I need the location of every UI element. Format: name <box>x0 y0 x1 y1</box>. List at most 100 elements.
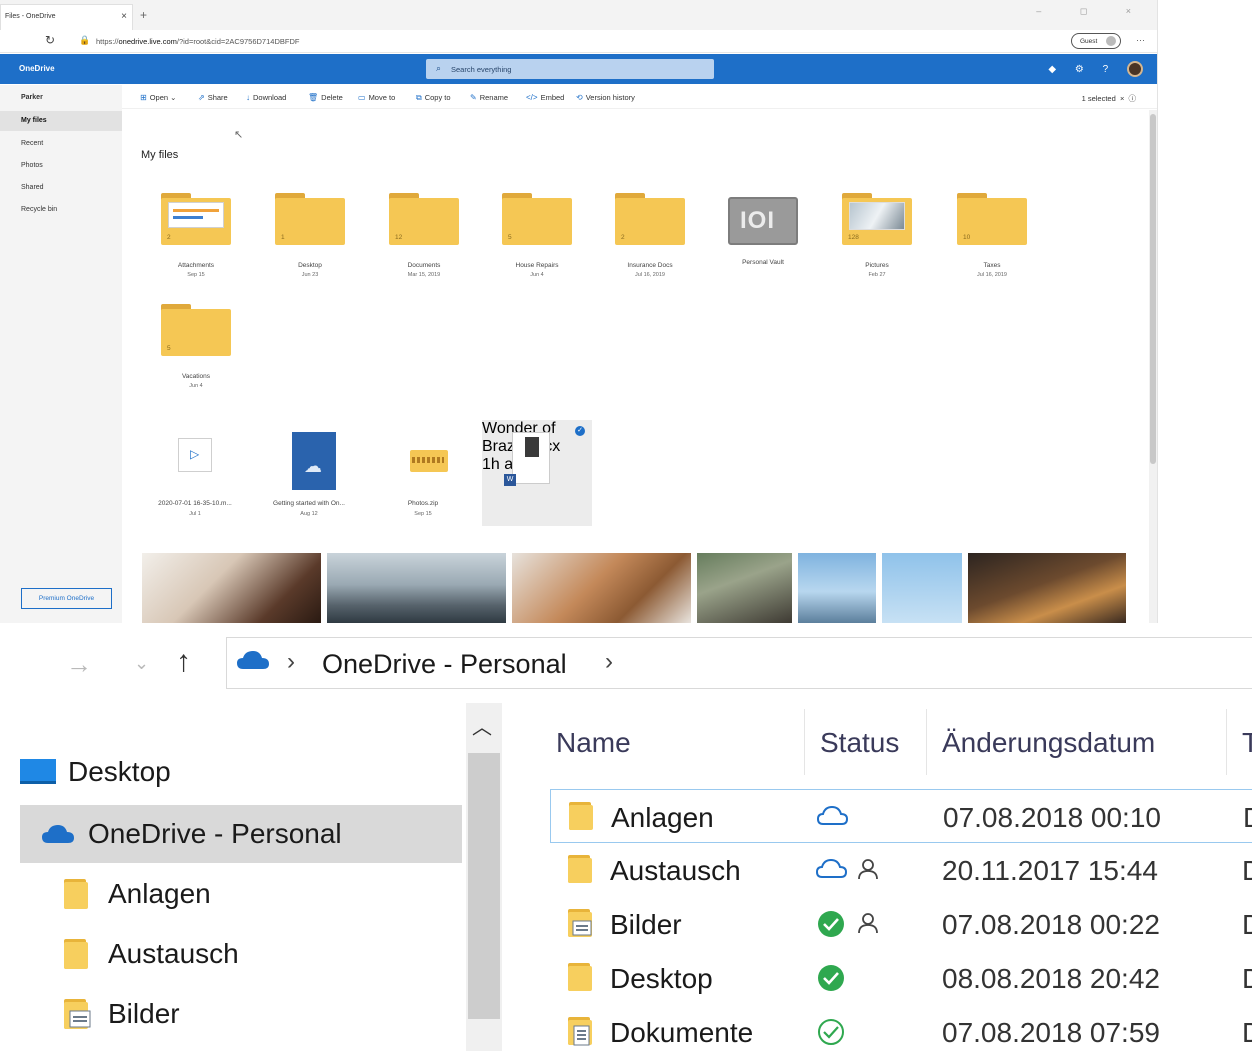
folder-name: Pictures <box>865 262 889 269</box>
copy-icon: ⧉ <box>416 93 422 102</box>
navigation-pane-scrollbar[interactable]: ︿ <box>466 703 502 1051</box>
browser-tab[interactable]: Files - OneDrive × <box>0 4 133 30</box>
column-divider[interactable] <box>1226 709 1227 775</box>
table-row[interactable]: Desktop 08.08.2018 20:42 D <box>550 951 1252 1005</box>
folder-icon <box>569 802 593 830</box>
share-label: Share <box>207 93 228 102</box>
open-button[interactable]: ⊞ Open ⌄ <box>140 93 176 102</box>
scroll-up-chevron-icon[interactable]: ︿ <box>472 711 492 740</box>
move-to-label: Move to <box>368 93 396 102</box>
file-list: Name Status Änderungsdatum T Anlagen 07.… <box>510 703 1252 1051</box>
folder-tile-insurance-docs[interactable]: 2 Insurance Docs Jul 16, 2019 <box>600 190 700 290</box>
photo-thumbnail[interactable] <box>798 553 876 623</box>
nav-user-name[interactable]: Parker <box>21 94 43 101</box>
photo-thumbnail[interactable] <box>327 553 506 623</box>
nav-item-recent[interactable]: Recent <box>21 140 43 147</box>
row-date: 08.08.2018 20:42 <box>942 963 1160 994</box>
info-icon[interactable]: ⓘ <box>1129 94 1137 103</box>
embed-button[interactable]: </> Embed <box>526 93 564 102</box>
copy-to-button[interactable]: ⧉ Copy to <box>416 93 451 103</box>
column-divider[interactable] <box>926 709 927 775</box>
breadcrumb-onedrive-personal[interactable]: OneDrive - Personal <box>322 649 567 680</box>
word-icon: W <box>504 474 516 486</box>
scrollbar-thumb[interactable] <box>468 753 500 1019</box>
table-row[interactable]: Austausch 20.11.2017 15:44 D <box>550 843 1252 897</box>
folder-item-count: 2 <box>167 234 171 241</box>
guest-profile-button[interactable]: Guest <box>1071 33 1121 49</box>
personal-vault-tile[interactable]: IOI <box>728 197 798 247</box>
nav-item-photos[interactable]: Photos <box>21 162 43 169</box>
file-tile-wonder-of-brazil[interactable]: W ✓ Wonder of Brazil.docx 1h ago <box>482 420 592 526</box>
tree-item-label: OneDrive - Personal <box>88 818 342 849</box>
tree-item-label: Austausch <box>108 938 239 969</box>
folder-tile-pictures[interactable]: 128 Pictures Feb 27 <box>827 190 927 290</box>
version-history-label: Version history <box>585 93 635 102</box>
folder-name: Desktop <box>298 262 322 269</box>
url-field[interactable]: https://onedrive.live.com/?id=root&cid=2… <box>96 37 299 46</box>
search-icon: ⌕ <box>436 63 442 73</box>
onedrive-brand[interactable]: OneDrive <box>19 64 55 73</box>
folder-tile-taxes[interactable]: 10 Taxes Jul 16, 2019 <box>942 190 1042 290</box>
breadcrumb-separator-icon[interactable]: › <box>605 648 613 676</box>
photo-thumbnail[interactable] <box>697 553 792 623</box>
premium-onedrive-button[interactable]: Premium OneDrive <box>21 588 112 609</box>
row-type: D <box>1243 802 1252 834</box>
new-tab-button[interactable]: + <box>140 8 147 22</box>
rename-button[interactable]: ✎ Rename <box>470 93 508 102</box>
settings-gear-icon[interactable]: ⚙ <box>1075 64 1084 75</box>
column-header-status[interactable]: Status <box>820 727 899 759</box>
table-row[interactable]: Anlagen 07.08.2018 00:10 D <box>550 789 1252 843</box>
clear-selection-icon[interactable]: × <box>1120 94 1124 103</box>
move-to-button[interactable]: ▭ Move to <box>358 93 395 102</box>
search-box[interactable]: ⌕ Search everything <box>426 59 714 79</box>
selection-count[interactable]: 1 selected × ⓘ <box>1082 93 1136 104</box>
version-history-button[interactable]: ⟲ Version history <box>576 93 635 102</box>
photo-thumbnail[interactable] <box>968 553 1126 623</box>
file-tile-video[interactable]: ▷ 2020-07-01 16-35-10.m... Jul 1 <box>140 420 250 530</box>
table-row[interactable]: Bilder 07.08.2018 00:22 D <box>550 897 1252 951</box>
folder-item-count: 5 <box>167 345 171 352</box>
column-divider[interactable] <box>804 709 805 775</box>
premium-diamond-icon[interactable]: ◆ <box>1048 64 1056 75</box>
content-scrollbar[interactable] <box>1149 110 1157 623</box>
folder-tile-attachments[interactable]: 2 Attachments Sep 15 <box>146 190 246 290</box>
folder-tile-vacations[interactable]: 5 Vacations Jun 4 <box>146 301 246 401</box>
folder-tile-documents[interactable]: 12 Documents Mar 15, 2019 <box>374 190 474 290</box>
up-arrow-icon[interactable]: ↑ <box>176 645 191 679</box>
column-header-type[interactable]: T <box>1242 727 1252 759</box>
tab-close-icon[interactable]: × <box>121 11 127 22</box>
nav-item-my-files[interactable]: My files <box>21 117 47 124</box>
browser-menu-icon[interactable]: ··· <box>1136 35 1145 45</box>
selected-check-icon[interactable]: ✓ <box>575 426 585 436</box>
file-tile-photos-zip[interactable]: Photos.zip Sep 15 <box>368 420 478 530</box>
forward-arrow-icon[interactable]: → <box>66 649 92 680</box>
scrollbar-thumb[interactable] <box>1150 114 1156 464</box>
file-tile-getting-started[interactable]: ☁ Getting started with On... Aug 12 <box>254 420 364 530</box>
folder-tile-house-repairs[interactable]: 5 House Repairs Jun 4 <box>487 190 587 290</box>
folder-date: Feb 27 <box>868 272 886 278</box>
row-type: D <box>1242 855 1252 887</box>
nav-item-shared[interactable]: Shared <box>21 184 44 191</box>
lock-icon[interactable]: 🔒 <box>79 35 90 46</box>
photo-thumbnail[interactable] <box>512 553 691 623</box>
folder-item-count: 128 <box>848 234 859 241</box>
help-icon[interactable]: ? <box>1103 64 1109 75</box>
navigation-pane: Desktop OneDrive - Personal Anlagen Aust… <box>0 703 464 1051</box>
account-avatar[interactable] <box>1127 61 1143 77</box>
delete-button[interactable]: 🗑 Delete <box>308 93 343 102</box>
column-header-name[interactable]: Name <box>556 727 631 759</box>
recent-locations-chevron-icon[interactable]: ⌄ <box>134 653 149 674</box>
photo-thumbnail[interactable] <box>142 553 321 623</box>
nav-item-recycle-bin[interactable]: Recycle bin <box>21 206 57 213</box>
reload-icon[interactable]: ↻ <box>45 33 55 47</box>
folder-tile-desktop[interactable]: 1 Desktop Jun 23 <box>260 190 360 290</box>
folder-item-count: 2 <box>621 234 625 241</box>
download-button[interactable]: ↓ Download <box>246 93 286 102</box>
share-button[interactable]: ⇗ Share <box>198 93 228 102</box>
photo-thumbnail[interactable] <box>882 553 962 623</box>
window-controls[interactable]: – ◻ × <box>1036 6 1149 17</box>
cloud-shared-status-icon <box>816 858 878 880</box>
column-header-date-modified[interactable]: Änderungsdatum <box>942 727 1155 759</box>
explorer-address-bar[interactable]: › OneDrive - Personal › <box>226 637 1252 689</box>
row-date: 07.08.2018 07:59 <box>942 1017 1160 1048</box>
